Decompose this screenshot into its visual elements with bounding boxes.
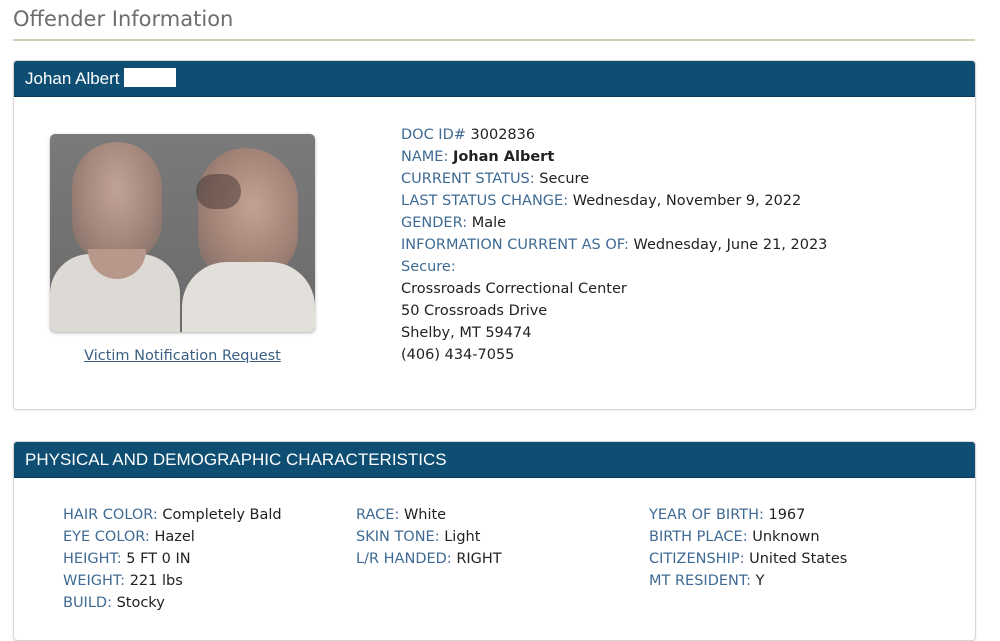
page-title: Offender Information	[13, 6, 975, 41]
weight-row: WEIGHT: 221 lbs	[63, 570, 282, 592]
skin-tone-value: Light	[444, 529, 481, 545]
current-status-value: Secure	[539, 171, 590, 187]
physical-col-2: RACE: White SKIN TONE: Light L/R HANDED:…	[356, 504, 502, 570]
citizenship-label: CITIZENSHIP:	[649, 551, 745, 567]
skin-tone-row: SKIN TONE: Light	[356, 526, 502, 548]
year-of-birth-row: YEAR OF BIRTH: 1967	[649, 504, 847, 526]
citizenship-value: United States	[749, 551, 848, 567]
secure-label-row: Secure:	[401, 256, 827, 278]
build-row: BUILD: Stocky	[63, 592, 282, 614]
mt-resident-value: Y	[755, 573, 765, 589]
name-row: NAME: Johan Albert	[401, 146, 827, 168]
mt-resident-label: MT RESIDENT:	[649, 573, 752, 589]
last-status-change-value: Wednesday, November 9, 2022	[572, 193, 802, 209]
current-status-row: CURRENT STATUS: Secure	[401, 168, 827, 190]
build-label: BUILD:	[63, 595, 112, 611]
facility-city: Shelby, MT 59474	[401, 325, 532, 341]
skin-tone-label: SKIN TONE:	[356, 529, 440, 545]
doc-id-row: DOC ID# 3002836	[401, 124, 827, 146]
doc-id-label: DOC ID#	[401, 127, 466, 143]
hair-color-row: HAIR COLOR: Completely Bald	[63, 504, 282, 526]
birth-place-label: BIRTH PLACE:	[649, 529, 748, 545]
last-status-change-row: LAST STATUS CHANGE: Wednesday, November …	[401, 190, 827, 212]
handed-label: L/R HANDED:	[356, 551, 452, 567]
facility-address: 50 Crossroads Drive	[401, 303, 548, 319]
birth-place-value: Unknown	[752, 529, 820, 545]
eye-color-row: EYE COLOR: Hazel	[63, 526, 282, 548]
physical-col-3: YEAR OF BIRTH: 1967 BIRTH PLACE: Unknown…	[649, 504, 847, 592]
year-of-birth-value: 1967	[768, 507, 806, 523]
birth-place-row: BIRTH PLACE: Unknown	[649, 526, 847, 548]
last-status-change-label: LAST STATUS CHANGE:	[401, 193, 569, 209]
year-of-birth-label: YEAR OF BIRTH:	[649, 507, 764, 523]
gender-row: GENDER: Male	[401, 212, 827, 234]
name-value: Johan Albert	[452, 149, 555, 165]
hair-color-label: HAIR COLOR:	[63, 507, 158, 523]
info-current-label: INFORMATION CURRENT AS OF:	[401, 237, 629, 253]
race-value: White	[403, 507, 447, 523]
eye-color-value: Hazel	[154, 529, 195, 545]
physical-col-1: HAIR COLOR: Completely Bald EYE COLOR: H…	[63, 504, 282, 614]
handed-value: RIGHT	[456, 551, 502, 567]
citizenship-row: CITIZENSHIP: United States	[649, 548, 847, 570]
weight-value: 221 lbs	[129, 573, 183, 589]
offender-header-name: Johan Albert	[25, 69, 120, 88]
weight-label: WEIGHT:	[63, 573, 126, 589]
info-current-value: Wednesday, June 21, 2023	[633, 237, 828, 253]
current-status-label: CURRENT STATUS:	[401, 171, 535, 187]
race-row: RACE: White	[356, 504, 502, 526]
build-value: Stocky	[116, 595, 165, 611]
handed-row: L/R HANDED: RIGHT	[356, 548, 502, 570]
secure-label: Secure:	[401, 259, 456, 275]
height-value: 5 FT 0 IN	[126, 551, 191, 567]
offender-panel-header: Johan Albert	[14, 61, 975, 97]
physical-panel-header: PHYSICAL AND DEMOGRAPHIC CHARACTERISTICS	[14, 442, 975, 478]
redaction-box	[123, 68, 176, 88]
height-row: HEIGHT: 5 FT 0 IN	[63, 548, 282, 570]
offender-info: DOC ID# 3002836 NAME: Johan Albert CURRE…	[401, 124, 827, 366]
victim-notification-link[interactable]: Victim Notification Request	[50, 348, 315, 364]
facility-name: Crossroads Correctional Center	[401, 281, 627, 297]
doc-id-value: 3002836	[470, 127, 536, 143]
eye-color-label: EYE COLOR:	[63, 529, 150, 545]
info-current-row: INFORMATION CURRENT AS OF: Wednesday, Ju…	[401, 234, 827, 256]
gender-value: Male	[471, 215, 507, 231]
mt-resident-row: MT RESIDENT: Y	[649, 570, 847, 592]
race-label: RACE:	[356, 507, 400, 523]
offender-photo	[50, 134, 315, 332]
physical-panel: PHYSICAL AND DEMOGRAPHIC CHARACTERISTICS…	[13, 441, 976, 641]
height-label: HEIGHT:	[63, 551, 122, 567]
gender-label: GENDER:	[401, 215, 468, 231]
facility-phone: (406) 434-7055	[401, 347, 515, 363]
hair-color-value: Completely Bald	[162, 507, 282, 523]
name-label: NAME:	[401, 149, 449, 165]
offender-panel: Johan Albert Victim Notification Request…	[13, 60, 976, 410]
